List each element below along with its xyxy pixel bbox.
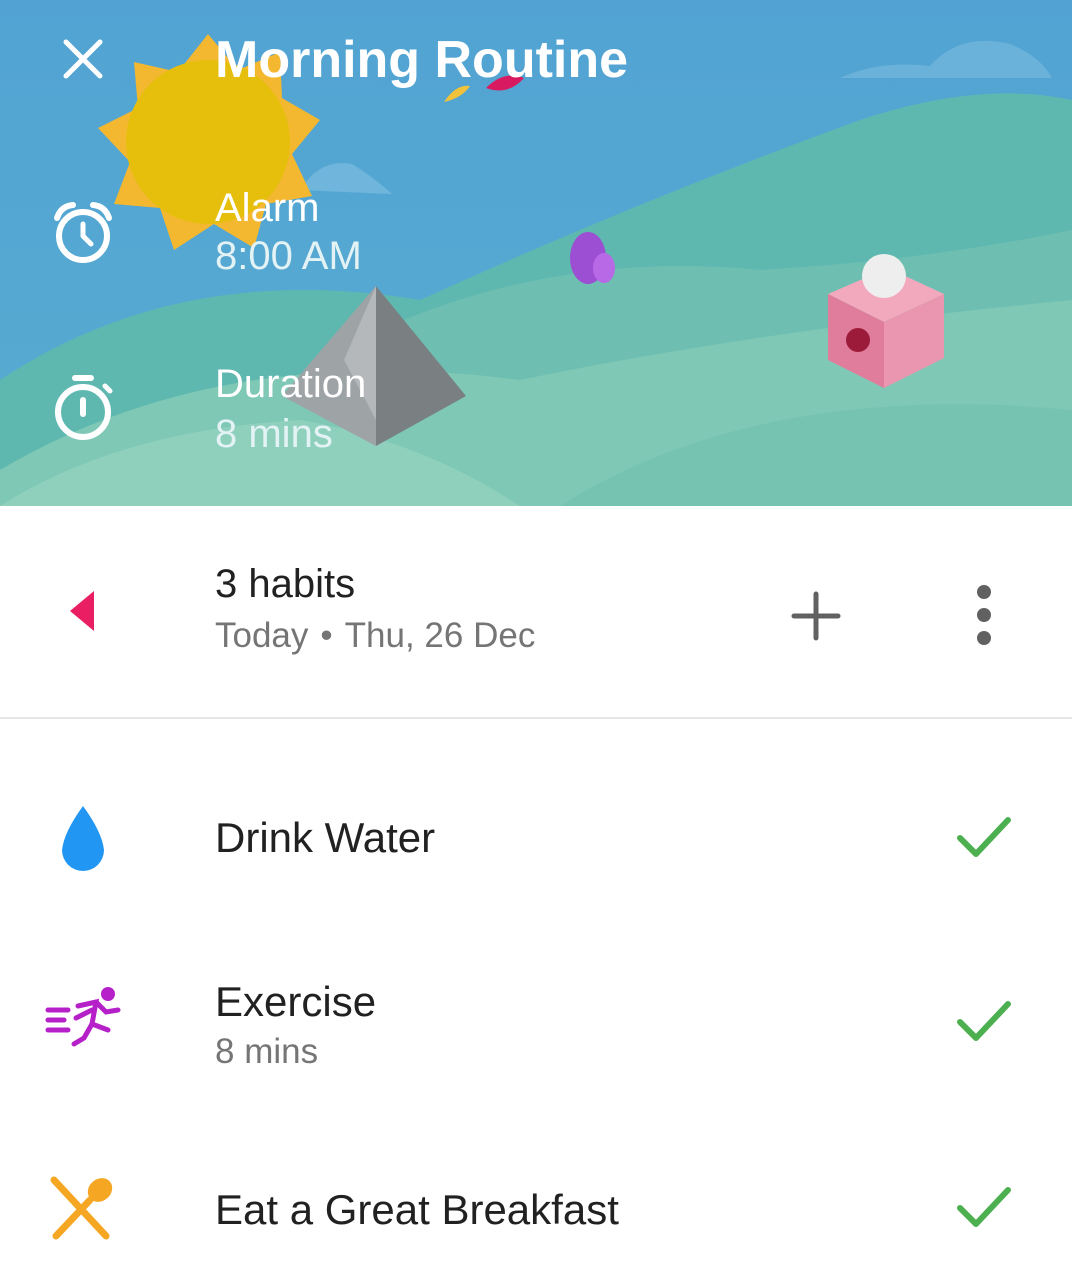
habit-name: Eat a Great Breakfast bbox=[215, 1186, 619, 1233]
date-label: Thu, 26 Dec bbox=[344, 616, 536, 655]
utensils-icon bbox=[50, 1176, 113, 1240]
arrow-left-icon[interactable] bbox=[58, 586, 108, 636]
check-icon[interactable] bbox=[952, 806, 1014, 868]
separator-dot: • bbox=[320, 616, 333, 655]
routine-header: Morning Routine Alarm 8:00 AM Duration 8… bbox=[0, 0, 1072, 506]
habit-name: Exercise bbox=[215, 978, 377, 1025]
habit-row-drink-water[interactable]: Drink Water bbox=[0, 780, 1072, 900]
alarm-clock-icon bbox=[54, 202, 112, 263]
habit-name: Drink Water bbox=[215, 814, 436, 861]
water-drop-icon bbox=[62, 806, 104, 871]
check-icon[interactable] bbox=[952, 990, 1014, 1052]
habit-count: 3 habits bbox=[215, 562, 356, 606]
duration-label: Duration bbox=[215, 362, 367, 406]
check-icon[interactable] bbox=[952, 1176, 1014, 1238]
habit-row-breakfast[interactable]: Eat a Great Breakfast bbox=[0, 1150, 1072, 1270]
more-vertical-icon[interactable] bbox=[962, 582, 1006, 648]
day-label: Today bbox=[215, 616, 309, 655]
alarm-label: Alarm bbox=[215, 186, 320, 230]
plus-icon[interactable] bbox=[790, 590, 842, 642]
date-line: Today • Thu, 26 Dec bbox=[215, 616, 535, 656]
habit-duration: 8 mins bbox=[215, 1032, 319, 1071]
routine-summary: 3 habits Today • Thu, 26 Dec bbox=[0, 506, 1072, 718]
close-icon[interactable] bbox=[52, 28, 114, 90]
duration-value: 8 mins bbox=[215, 412, 333, 456]
alarm-time[interactable]: 8:00 AM bbox=[215, 234, 362, 279]
habit-row-exercise[interactable]: Exercise 8 mins bbox=[0, 960, 1072, 1090]
running-icon bbox=[45, 987, 121, 1047]
divider bbox=[0, 717, 1072, 719]
routine-title: Morning Routine bbox=[215, 31, 629, 89]
stopwatch-icon bbox=[55, 375, 113, 440]
